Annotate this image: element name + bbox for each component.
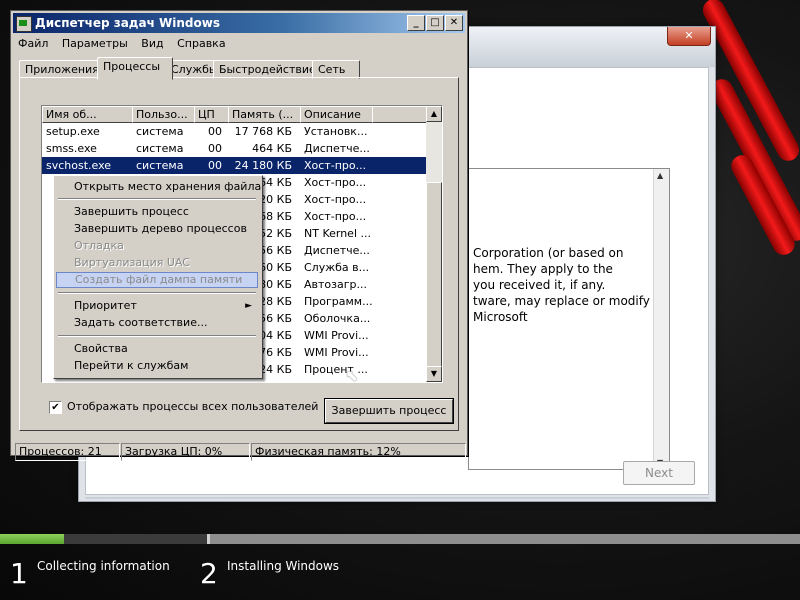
menu-view[interactable]: Вид xyxy=(136,35,168,53)
cell-description: Хост-про... xyxy=(304,210,367,223)
menu-file[interactable]: Файл xyxy=(13,35,53,53)
cell-cpu: 00 xyxy=(208,159,222,172)
cell-memory: 52 КБ xyxy=(259,227,292,240)
scroll-up-icon[interactable]: ▲ xyxy=(657,171,663,180)
menu-item-go-to-services[interactable]: Перейти к службам xyxy=(56,358,258,374)
minimize-button[interactable]: _ xyxy=(407,15,425,31)
cell-image-name: smss.exe xyxy=(46,142,97,155)
step-number: 2 xyxy=(200,557,218,590)
setup-progress-bar xyxy=(0,534,800,544)
menu-item-properties[interactable]: Свойства xyxy=(56,341,258,357)
cell-description: Оболочка... xyxy=(304,312,371,325)
status-process-count: Процессов: 21 xyxy=(15,443,120,461)
end-process-button[interactable]: Завершить процесс xyxy=(325,399,453,423)
window-title: Диспетчер задач Windows xyxy=(35,16,220,30)
cell-cpu: 00 xyxy=(208,125,222,138)
cell-description: Диспетче... xyxy=(304,244,370,257)
divider xyxy=(85,497,709,499)
checkbox-checked-icon[interactable]: ✔ xyxy=(49,401,62,414)
maximize-button[interactable]: □ xyxy=(426,15,444,31)
table-row[interactable]: smss.exe система 00 464 КБ Диспетче... xyxy=(42,140,426,157)
cell-user: система xyxy=(136,159,184,172)
cell-memory: 24 КБ xyxy=(259,363,292,376)
menu-separator xyxy=(58,292,256,294)
cell-description: Диспетче... xyxy=(304,142,370,155)
step-label: Collecting information xyxy=(37,559,170,573)
status-physical-memory: Физическая память: 12% xyxy=(251,443,466,461)
vertical-scrollbar[interactable]: ▲ ▼ xyxy=(426,106,442,382)
progress-segment-2 xyxy=(210,534,800,544)
license-scrollbar[interactable]: ▲ ▼ xyxy=(653,169,669,469)
column-header-description[interactable]: Описание xyxy=(300,106,373,123)
cell-description: Хост-про... xyxy=(304,159,367,172)
close-button[interactable]: ✕ xyxy=(667,27,711,46)
progress-separator xyxy=(207,534,210,544)
cell-image-name: svchost.exe xyxy=(46,159,112,172)
step-label: Installing Windows xyxy=(227,559,340,573)
cell-description: Хост-про... xyxy=(304,176,367,189)
cell-description: NT Kernel ... xyxy=(304,227,371,240)
menu-item-end-process[interactable]: Завершить процесс xyxy=(56,204,258,220)
cell-description: Установк... xyxy=(304,125,368,138)
menu-item-debug: Отладка xyxy=(74,239,124,252)
cell-memory: 464 КБ xyxy=(252,142,292,155)
license-text: Corporation (or based on hem. They apply… xyxy=(473,246,650,324)
cell-description: WMI Provi... xyxy=(304,329,369,342)
show-all-processes-label: Отображать процессы всех пользователей xyxy=(67,400,319,413)
mouse-cursor-icon: ⬉ xyxy=(345,366,359,385)
column-header-memory[interactable]: Память (... xyxy=(228,106,301,123)
cell-memory: 17 768 КБ xyxy=(234,125,292,138)
menu-item-create-dump-file[interactable]: Создать файл дампа памяти xyxy=(56,272,258,288)
license-terms-box[interactable]: Corporation (or based on hem. They apply… xyxy=(468,168,670,470)
menu-options[interactable]: Параметры xyxy=(57,35,133,53)
task-manager-icon xyxy=(16,16,32,32)
status-bar: Процессов: 21 Загрузка ЦП: 0% Физическая… xyxy=(13,441,466,461)
close-button[interactable]: ✕ xyxy=(445,15,463,31)
cell-user: система xyxy=(136,142,184,155)
table-row[interactable]: svchost.exe система 00 24 180 КБ Хост-про... xyxy=(42,157,426,174)
column-header-blank xyxy=(372,106,427,123)
menu-item-open-file-location[interactable]: Открыть место хранения файла xyxy=(56,179,261,195)
cell-description: WMI Provi... xyxy=(304,346,369,359)
menu-bar: Файл Параметры Вид Справка xyxy=(13,35,465,53)
menu-item-end-process-tree[interactable]: Завершить дерево процессов xyxy=(56,221,258,237)
status-cpu-usage: Загрузка ЦП: 0% xyxy=(121,443,250,461)
cell-image-name: setup.exe xyxy=(46,125,100,138)
list-header: Имя об... Пользо... ЦП Память (... Описа… xyxy=(42,106,427,123)
next-button[interactable]: Next xyxy=(623,461,695,485)
submenu-arrow-icon: ► xyxy=(245,301,252,311)
process-context-menu: Открыть место хранения файла Завершить п… xyxy=(53,175,263,379)
step-number: 1 xyxy=(10,557,28,590)
progress-fill xyxy=(0,534,64,544)
tab-processes[interactable]: Процессы xyxy=(97,57,173,80)
title-bar[interactable]: Диспетчер задач Windows _ □ ✕ xyxy=(13,13,465,33)
menu-separator xyxy=(58,198,256,200)
menu-item-set-affinity[interactable]: Задать соответствие... xyxy=(56,315,258,331)
column-header-cpu[interactable]: ЦП xyxy=(194,106,229,123)
cell-description: Автозагр... xyxy=(304,278,367,291)
cell-cpu: 00 xyxy=(208,142,222,155)
cell-user: система xyxy=(136,125,184,138)
cell-memory: 24 180 КБ xyxy=(234,159,292,172)
table-row[interactable]: setup.exe система 00 17 768 КБ Установк... xyxy=(42,123,426,140)
column-header-image[interactable]: Имя об... xyxy=(42,106,133,123)
cell-description: Хост-про... xyxy=(304,193,367,206)
menu-item-priority-label: Приоритет xyxy=(74,299,137,312)
scroll-thumb[interactable] xyxy=(426,182,442,370)
tab-strip: Приложения Процессы Службы Быстродействи… xyxy=(19,57,459,80)
scroll-down-icon[interactable]: ▼ xyxy=(426,366,442,382)
menu-help[interactable]: Справка xyxy=(172,35,230,53)
cell-description: Программ... xyxy=(304,295,372,308)
menu-separator xyxy=(58,335,256,337)
cell-description: Служба в... xyxy=(304,261,370,274)
menu-item-uac-virtualization: Виртуализация UAC xyxy=(74,256,190,269)
menu-item-priority[interactable]: Приоритет ► xyxy=(56,298,258,314)
cell-description: Процент ... xyxy=(304,363,368,376)
column-header-user[interactable]: Пользо... xyxy=(132,106,195,123)
scroll-up-icon[interactable]: ▲ xyxy=(426,106,442,122)
task-manager-window: Диспетчер задач Windows _ □ ✕ Файл Парам… xyxy=(10,10,468,461)
